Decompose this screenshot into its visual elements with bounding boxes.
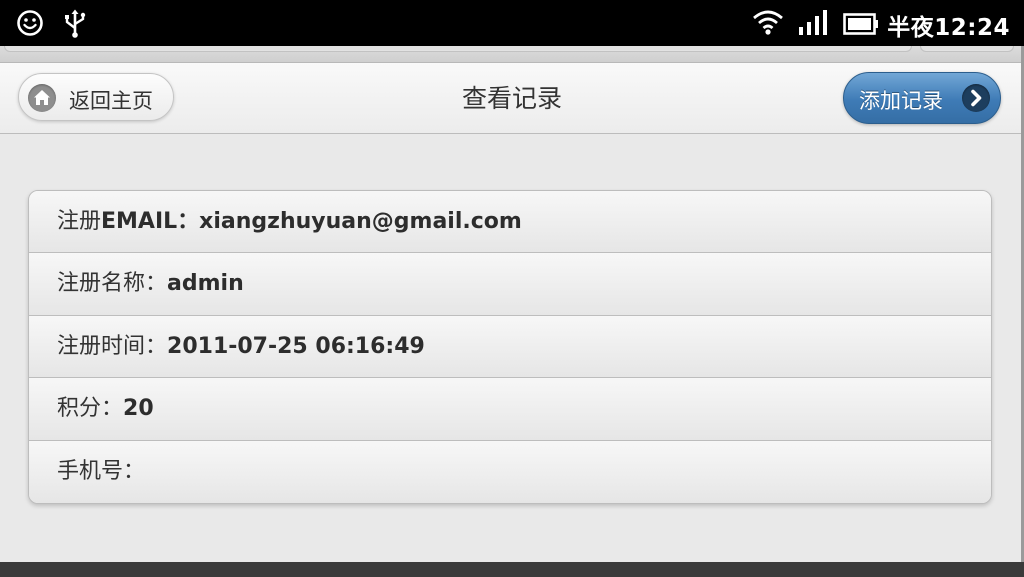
record-label: 注册名称：: [57, 271, 168, 297]
smiley-icon: [16, 9, 44, 41]
record-value: EMAIL：xiangzhuyuan@gmail.com: [101, 209, 522, 234]
list-item-username: 注册名称：admin: [29, 253, 991, 316]
address-bar-edge: [4, 46, 912, 52]
browser-chrome-strip: [0, 46, 1024, 63]
add-record-label: 添加记录: [859, 89, 943, 113]
usb-icon: [62, 9, 88, 43]
record-list: 注册EMAIL：xiangzhuyuan@gmail.com 注册名称：admi…: [28, 190, 992, 504]
add-record-button[interactable]: 添加记录: [843, 72, 1001, 124]
list-item-register-time: 注册时间：2011-07-25 06:16:49: [29, 315, 991, 379]
record-value: admin: [167, 271, 244, 297]
signal-icon: [798, 10, 830, 40]
clock: 半夜12:24: [887, 15, 1010, 41]
battery-icon: [843, 13, 879, 39]
toolbar-button-edge: [920, 46, 1014, 52]
list-item-points: 积分：20: [29, 378, 991, 441]
list-item-phone: 手机号：: [29, 440, 991, 503]
wifi-icon: [752, 8, 784, 40]
bottom-bar: [0, 562, 1024, 577]
record-label: 注册时间：: [57, 333, 168, 359]
record-label: 手机号：: [57, 458, 146, 484]
record-value: 20: [123, 396, 154, 422]
list-item-email: 注册EMAIL：xiangzhuyuan@gmail.com: [29, 191, 991, 254]
status-bar: 半夜12:24: [0, 0, 1024, 46]
chevron-right-icon: [962, 84, 990, 112]
record-label: 注册: [57, 209, 102, 234]
page-header: 返回主页 查看记录 添加记录: [0, 63, 1024, 134]
record-label: 积分：: [57, 396, 124, 422]
record-value: 2011-07-25 06:16:49: [167, 333, 425, 359]
